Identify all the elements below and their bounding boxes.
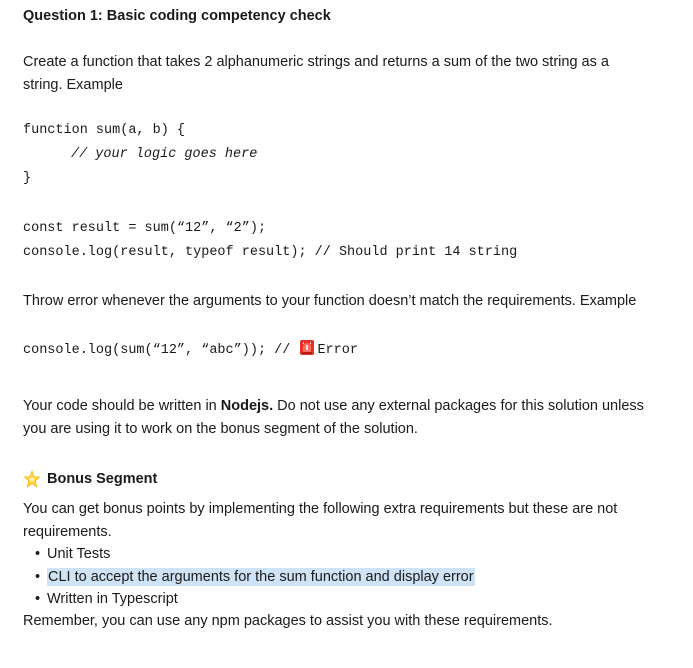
bonus-heading-text: Bonus Segment: [47, 471, 158, 487]
bonus-list: • Unit Tests • CLI to accept the arguments…: [23, 543, 475, 611]
list-item-text: Written in Typescript: [47, 591, 178, 607]
error-code-block: console.log(sum(“12”, “abc”)); // Error: [23, 339, 358, 363]
question-title: Question 1: Basic coding competency chec…: [23, 8, 331, 24]
bonus-heading: Bonus Segment: [23, 470, 157, 488]
code-error-label: Error: [317, 343, 358, 358]
bonus-desc-line-2: requirements.: [23, 523, 112, 540]
sparkle-star-icon: [23, 470, 41, 488]
code-line-console-log: console.log(result, typeof result); // S…: [23, 245, 518, 260]
intro-line-2: string. Example: [23, 76, 123, 93]
nodejs-bold: Nodejs.: [220, 398, 274, 414]
code-line-function: function sum(a, b) {: [23, 123, 186, 138]
list-item-text: Unit Tests: [47, 546, 111, 562]
nodejs-line-post: Do not use any external packages for thi…: [273, 398, 644, 414]
usage-code-block: const result = sum(“12”, “2”); console.lo…: [23, 217, 517, 265]
list-item-text-highlighted: CLI to accept the arguments for the sum …: [47, 567, 475, 586]
code-error-example: console.log(sum(“12”, “abc”)); //: [23, 343, 299, 358]
throw-error-paragraph: Throw error whenever the arguments to yo…: [23, 293, 637, 309]
list-item: • Unit Tests: [35, 546, 111, 562]
code-line-const-result: const result = sum(“12”, “2”);: [23, 221, 267, 236]
list-item: • Written in Typescript: [35, 591, 178, 607]
function-code-block: function sum(a, b) { // your logic goes h…: [23, 119, 257, 191]
nodejs-line-2: you are using it to work on the bonus se…: [23, 420, 418, 437]
nodejs-line-pre: Your code should be written in: [23, 398, 221, 414]
nodejs-paragraph: Your code should be written in Nodejs. D…: [23, 395, 673, 440]
intro-line-1: Create a function that takes 2 alphanume…: [23, 54, 609, 70]
list-item: • CLI to accept the arguments for the sum…: [35, 567, 475, 586]
bonus-description: You can get bonus points by implementing…: [23, 498, 673, 543]
code-line-comment: // your logic goes here: [71, 147, 258, 162]
siren-icon: [300, 340, 315, 355]
bonus-footer: Remember, you can use any npm packages t…: [23, 613, 553, 629]
code-line-close-brace: }: [23, 171, 32, 186]
intro-paragraph: Create a function that takes 2 alphanume…: [23, 51, 673, 96]
bonus-desc-line-1: You can get bonus points by implementing…: [23, 501, 618, 517]
